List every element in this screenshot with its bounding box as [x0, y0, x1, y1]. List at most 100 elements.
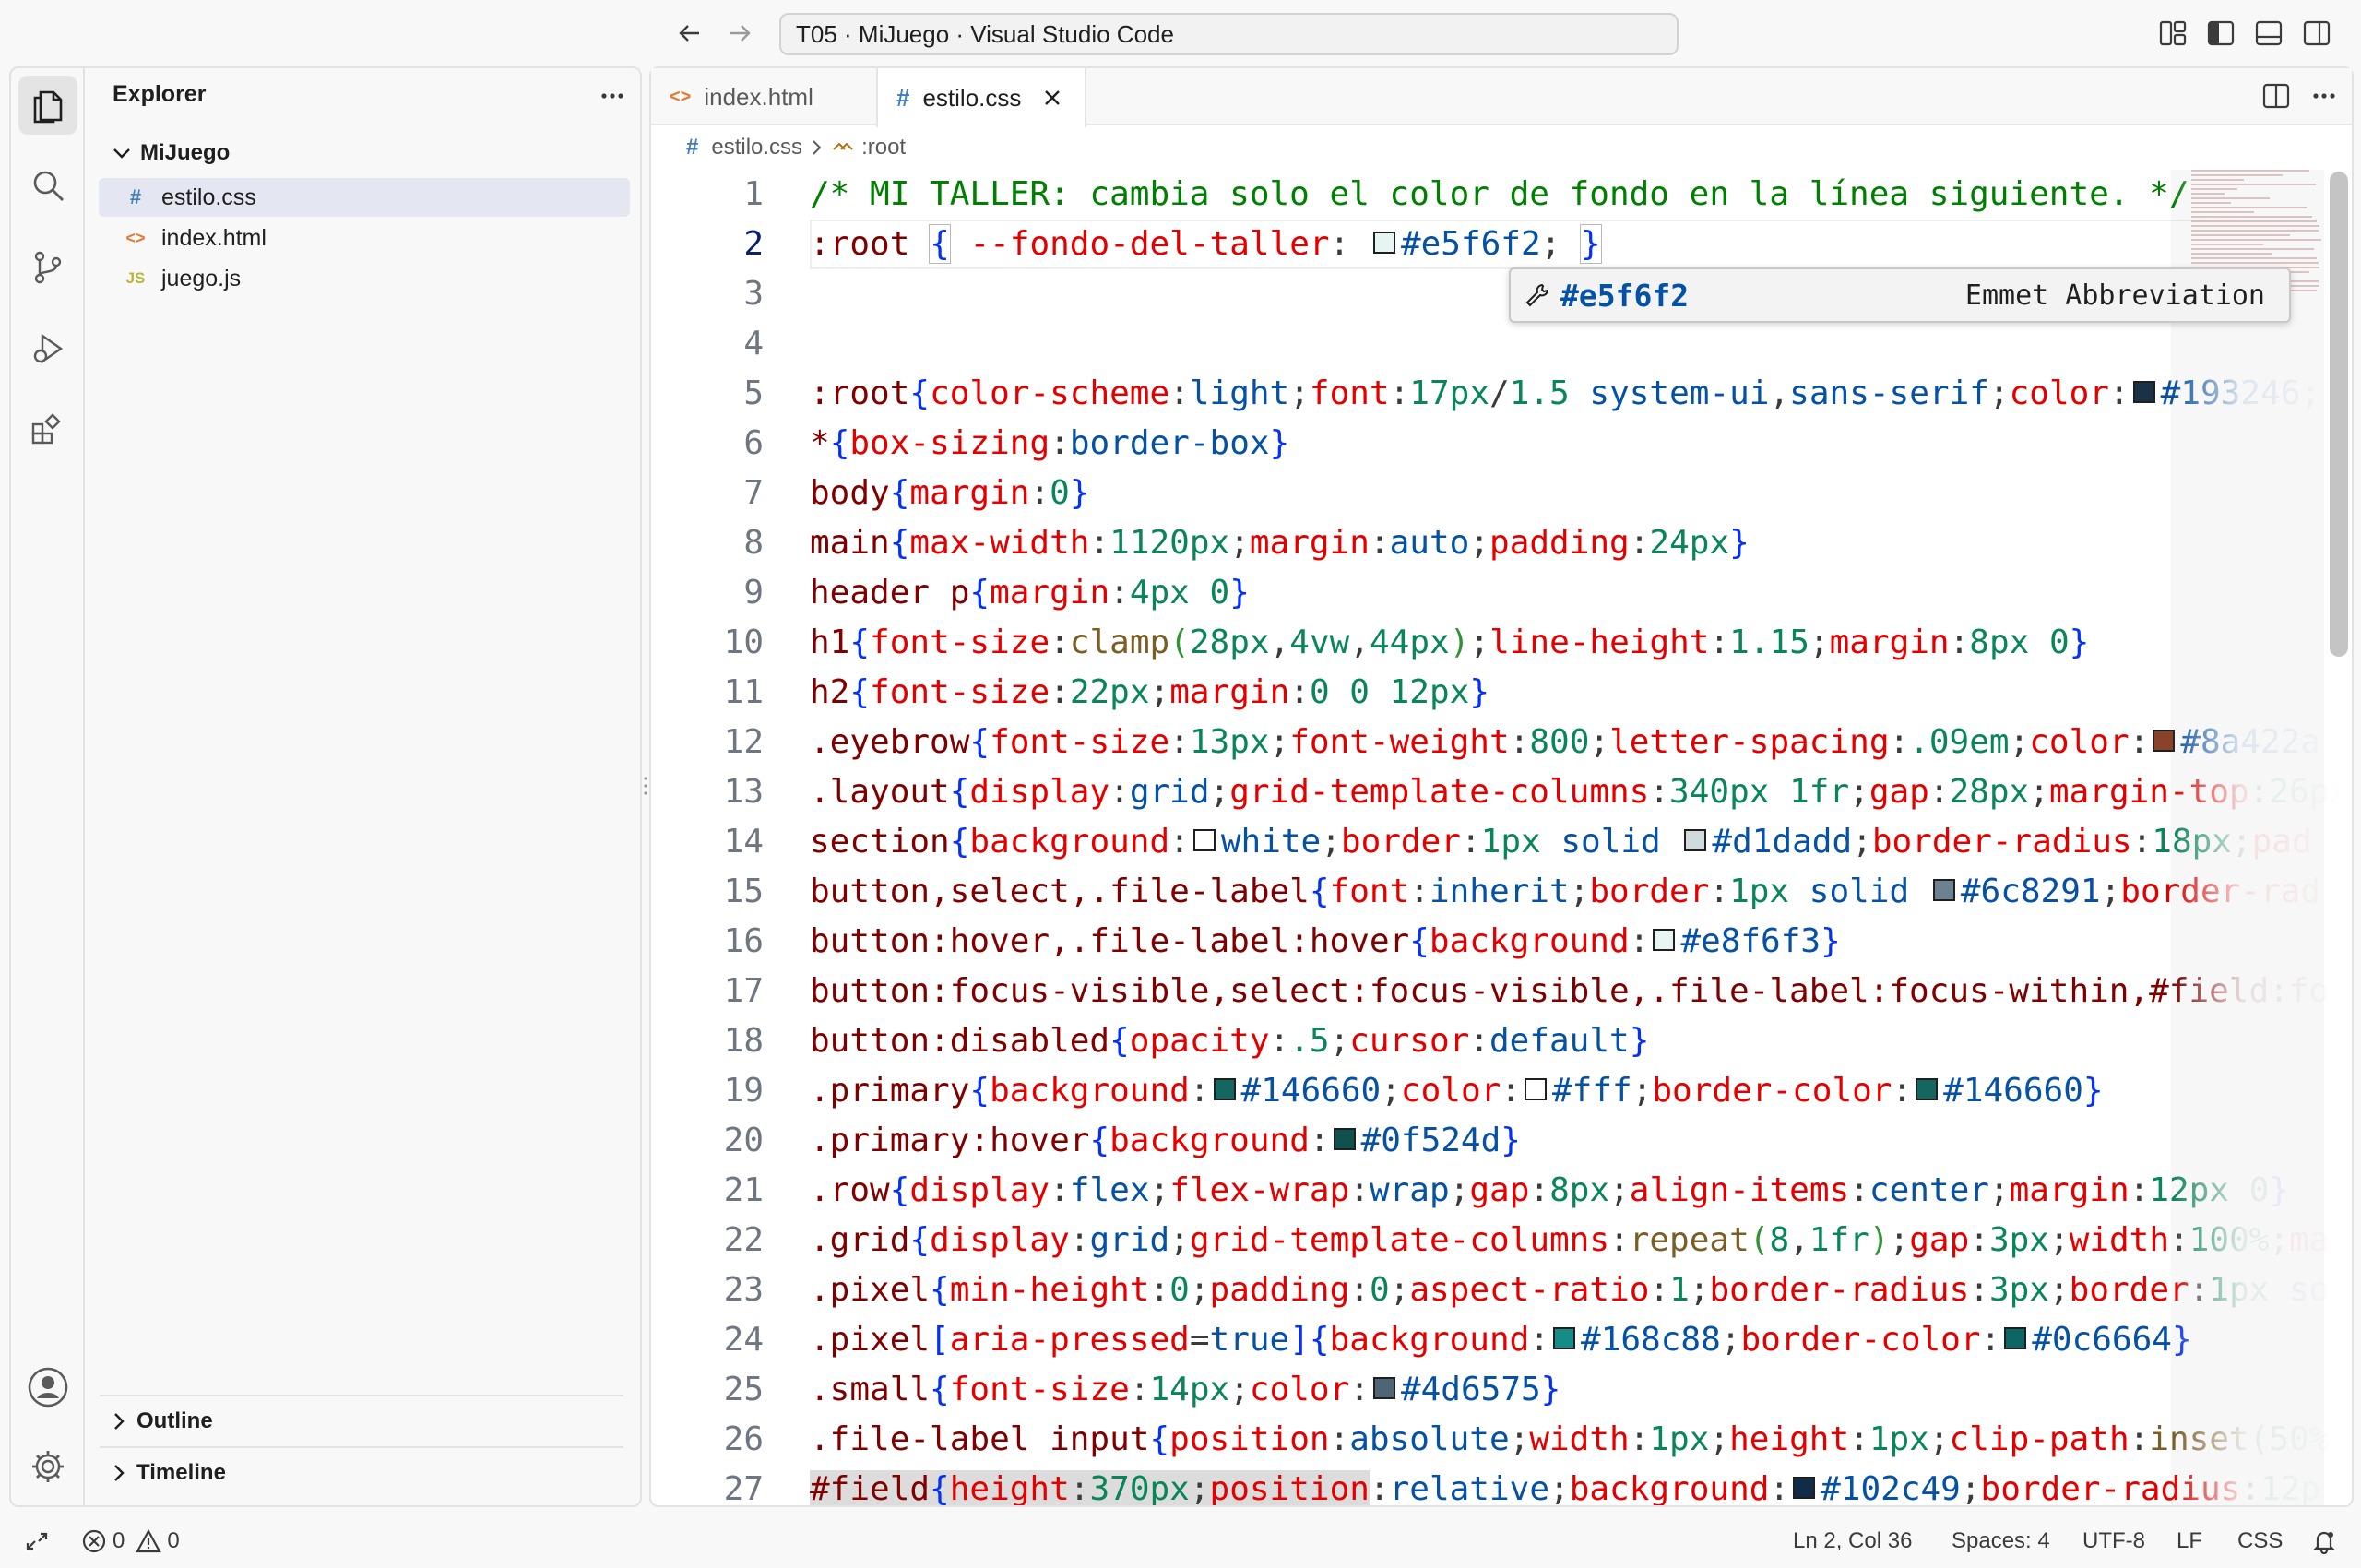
code-line: button:hover,.file-label:hover{backgroun… [810, 922, 1841, 960]
code-line: .primary{background: #146660;color: #fff;b… [810, 1072, 2104, 1110]
cursor-position[interactable]: Ln 2, Col 36 [1793, 1515, 1912, 1568]
color-swatch[interactable] [1372, 1377, 1395, 1399]
line-number: 26 [723, 1420, 764, 1458]
color-swatch[interactable] [1213, 1078, 1236, 1100]
line-number: 8 [743, 524, 764, 562]
css-file-icon: # [129, 185, 142, 208]
line-number: 18 [723, 1022, 764, 1060]
folder-name: MiJuego [140, 140, 231, 165]
remote-icon[interactable] [24, 1515, 50, 1568]
line-number: 3 [743, 275, 764, 313]
chevron-down-icon [113, 147, 131, 160]
code-line: .eyebrow{font-size:13px;font-weight:800;… [810, 718, 2320, 767]
accounts-icon[interactable] [18, 1358, 77, 1417]
code-line: /* MI TALLER: cambia solo el color de fo… [810, 175, 2189, 213]
color-swatch[interactable] [1916, 1078, 1939, 1100]
color-swatch[interactable] [1932, 879, 1955, 901]
color-swatch[interactable] [1793, 1477, 1816, 1499]
error-icon [81, 1528, 107, 1554]
forward-arrow-icon[interactable] [723, 17, 756, 50]
line-number: 23 [723, 1271, 764, 1309]
code-line: .small{font-size:14px;color: #4d6575} [810, 1371, 1561, 1408]
tab-index-html[interactable]: <> index.html [651, 68, 876, 125]
close-icon[interactable] [1043, 89, 1062, 107]
chevron-right-icon [812, 139, 823, 156]
chevron-right-icon [113, 1412, 125, 1431]
file-item-index-html[interactable]: <> index.html [99, 219, 630, 257]
file-item-estilo-css[interactable]: # estilo.css [99, 178, 630, 217]
editor-more-actions-icon[interactable] [2308, 79, 2341, 113]
back-arrow-icon[interactable] [673, 17, 706, 50]
html-file-icon: <> [670, 86, 692, 107]
suggestion-widget[interactable]: #e5f6f2 Emmet Abbreviation [1509, 267, 2291, 323]
outline-section[interactable]: Outline [113, 1396, 213, 1446]
sash-handle[interactable] [642, 775, 649, 797]
run-debug-icon[interactable] [18, 319, 77, 378]
color-swatch[interactable] [1333, 1128, 1356, 1150]
extensions-icon[interactable] [18, 400, 77, 459]
code-line: *{box-sizing:border-box} [810, 424, 1290, 462]
color-swatch[interactable] [1192, 829, 1216, 851]
breadcrumb: # estilo.css :root [686, 131, 906, 164]
source-control-icon[interactable] [18, 238, 77, 297]
problems-indicator[interactable]: 0 0 [81, 1515, 180, 1568]
split-editor-icon[interactable] [2260, 79, 2293, 113]
code-line: .primary:hover{background: #0f524d} [810, 1122, 1521, 1159]
file-name: juego.js [161, 265, 242, 291]
color-swatch[interactable] [1553, 1327, 1576, 1349]
line-number: 22 [723, 1221, 764, 1259]
file-name: estilo.css [161, 184, 256, 210]
color-swatch[interactable] [1524, 1078, 1547, 1100]
indentation[interactable]: Spaces: 4 [1952, 1515, 2050, 1568]
code-line: .grid{display:grid;grid-template-columns… [810, 1221, 2329, 1259]
code-line: .layout{display:grid;grid-template-colum… [810, 773, 2344, 811]
explorer-title: Explorer [113, 81, 207, 107]
search-icon[interactable] [18, 157, 77, 216]
minimap[interactable] [2171, 170, 2324, 1505]
line-number: 7 [743, 474, 764, 512]
color-swatch[interactable] [2132, 381, 2155, 403]
line-number: 27 [723, 1470, 764, 1505]
code-line: #field{height:370px;position:relative;ba… [810, 1465, 2320, 1505]
outline-label: Outline [136, 1408, 213, 1433]
code-line: button:disabled{opacity:.5;cursor:defaul… [810, 1022, 1650, 1060]
color-swatch[interactable] [1372, 232, 1395, 254]
more-actions-icon[interactable] [598, 81, 627, 111]
line-number: 24 [723, 1321, 764, 1359]
code-line: h1{font-size:clamp(28px,4vw,44px);line-h… [810, 624, 2090, 661]
breadcrumb-symbol[interactable]: :root [861, 135, 906, 160]
color-swatch[interactable] [1684, 829, 1707, 851]
code-line: main{max-width:1120px;margin:auto;paddin… [810, 524, 1750, 562]
color-swatch[interactable] [2004, 1327, 2027, 1349]
scrollbar-thumb[interactable] [2330, 172, 2348, 657]
explorer-icon[interactable] [18, 76, 77, 135]
language-mode[interactable]: CSS [2237, 1515, 2283, 1568]
customize-layout-icon[interactable] [2156, 17, 2189, 50]
toggle-primary-sidebar-icon[interactable] [2204, 17, 2237, 50]
file-item-juego-js[interactable]: JS juego.js [99, 259, 630, 298]
warning-count: 0 [167, 1528, 180, 1553]
breadcrumb-file[interactable]: estilo.css [711, 135, 802, 160]
error-count: 0 [113, 1528, 125, 1553]
notifications-bell-icon[interactable] [2311, 1515, 2337, 1568]
end-of-line[interactable]: LF [2177, 1515, 2202, 1568]
toggle-panel-icon[interactable] [2252, 17, 2285, 50]
code-line: section{background: white;border:1px soli… [810, 823, 2312, 861]
suggestion-label[interactable]: #e5f6f2 [1560, 278, 1689, 314]
line-number: 21 [723, 1171, 764, 1209]
chevron-right-icon [113, 1464, 125, 1482]
encoding[interactable]: UTF-8 [2082, 1515, 2145, 1568]
symbol-icon [832, 138, 856, 157]
line-number: 25 [723, 1371, 764, 1408]
tab-estilo-css[interactable]: # estilo.css [876, 68, 1086, 127]
folder-mijuego[interactable]: MiJuego [113, 137, 230, 170]
code-editor[interactable]: 1 2 3 4 5 6 7 8 9 10 11 12 13 14 15 16 1… [651, 170, 2344, 1505]
color-swatch[interactable] [1653, 929, 1676, 951]
line-number: 11 [723, 673, 764, 711]
command-center[interactable]: T05 · MiJuego · Visual Studio Code [779, 13, 1679, 55]
toggle-secondary-sidebar-icon[interactable] [2300, 17, 2333, 50]
manage-gear-icon[interactable] [18, 1437, 77, 1496]
timeline-section[interactable]: Timeline [113, 1448, 226, 1498]
html-file-icon: <> [125, 228, 146, 247]
tab-label: estilo.css [922, 83, 1022, 112]
